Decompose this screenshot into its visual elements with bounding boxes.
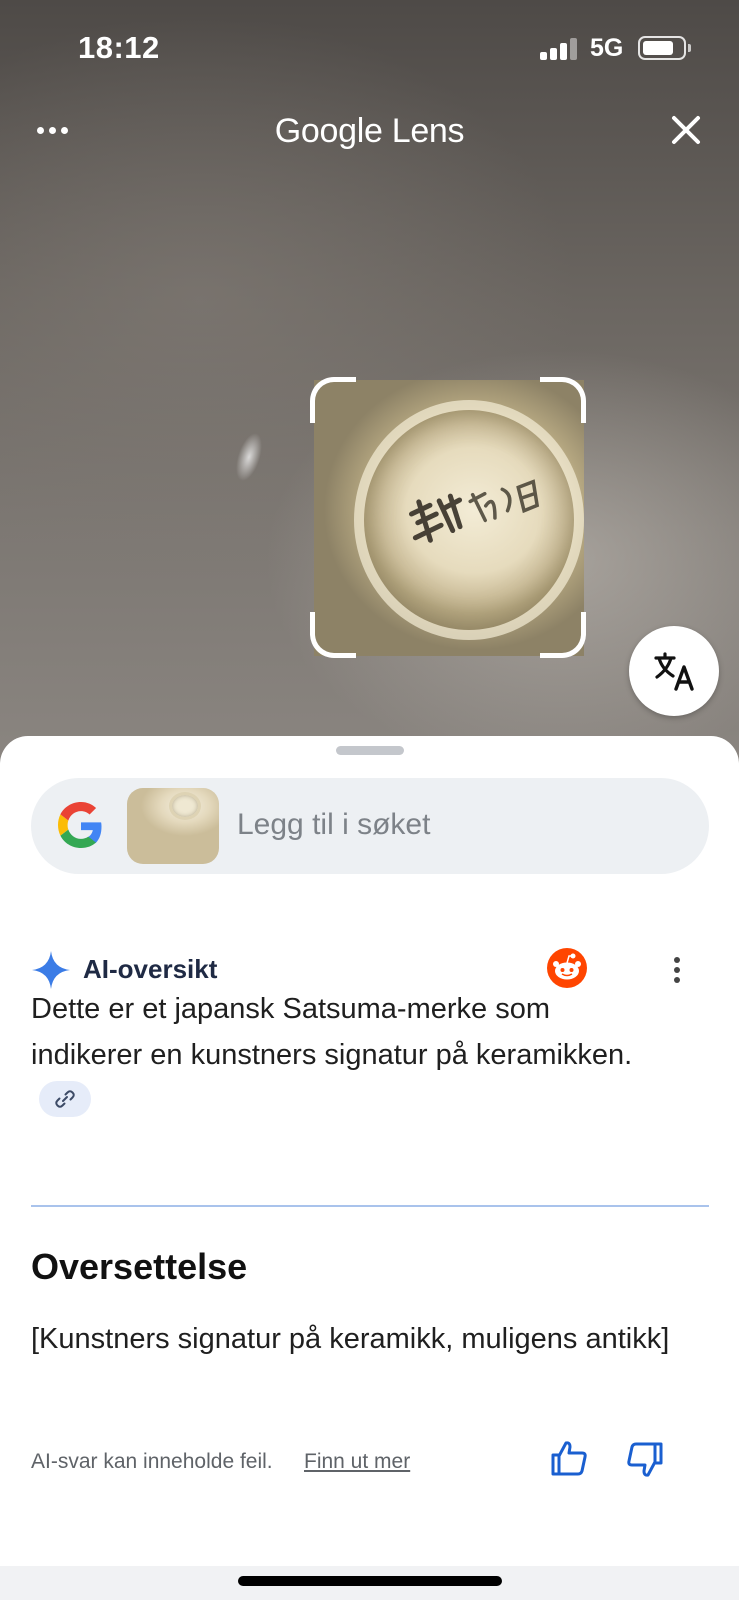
status-bar: 18:12 5G: [0, 0, 739, 96]
signal-icon: [540, 38, 578, 60]
background-speck: [230, 429, 268, 485]
translate-button[interactable]: [629, 626, 719, 716]
search-bar[interactable]: Legg til i søket: [31, 778, 709, 874]
crop-handle-top-right[interactable]: [540, 377, 586, 423]
source-link-chip[interactable]: [39, 1081, 91, 1118]
lens-top-bar: Google Lens: [0, 100, 739, 164]
learn-more-link[interactable]: Finn ut mer: [304, 1450, 410, 1474]
network-type: 5G: [590, 34, 624, 62]
search-placeholder: Legg til i søket: [237, 808, 431, 841]
ai-feedback-footer: AI-svar kan inneholde feil. Finn ut mer: [31, 1438, 709, 1488]
ai-overview-body: Dette er et japansk Satsuma-merke som in…: [31, 986, 651, 1124]
kebab-icon[interactable]: [669, 950, 685, 990]
translate-icon: [654, 652, 694, 691]
ai-overview-title: AI-oversikt: [83, 954, 218, 984]
thumbs-down-icon[interactable]: [625, 1440, 665, 1480]
section-divider: [31, 1205, 709, 1207]
thumbs-up-icon[interactable]: [549, 1438, 589, 1478]
ai-disclaimer: AI-svar kan inneholde feil.: [31, 1450, 273, 1473]
results-sheet: Legg til i søket AI-oversikt Dette er et…: [0, 736, 739, 1566]
status-time: 18:12: [78, 30, 160, 65]
reddit-icon[interactable]: [547, 948, 587, 988]
app-title: Google Lens: [274, 112, 465, 150]
translation-text: [Kunstners signatur på keramikk, muligen…: [31, 1323, 670, 1355]
close-icon[interactable]: [664, 108, 708, 152]
query-thumbnail[interactable]: [127, 788, 219, 864]
home-indicator[interactable]: [238, 1576, 502, 1586]
crop-handle-bottom-left[interactable]: [310, 612, 356, 658]
sparkle-icon: [32, 951, 70, 989]
link-icon: [55, 1090, 75, 1109]
translation-title: Oversettelse: [31, 1246, 248, 1287]
google-g-icon: [58, 802, 102, 848]
battery-icon: [638, 36, 691, 60]
sheet-drag-handle[interactable]: [336, 746, 404, 755]
ai-overview-text: Dette er et japansk Satsuma-merke som in…: [31, 993, 633, 1071]
crop-handle-top-left[interactable]: [310, 377, 356, 423]
